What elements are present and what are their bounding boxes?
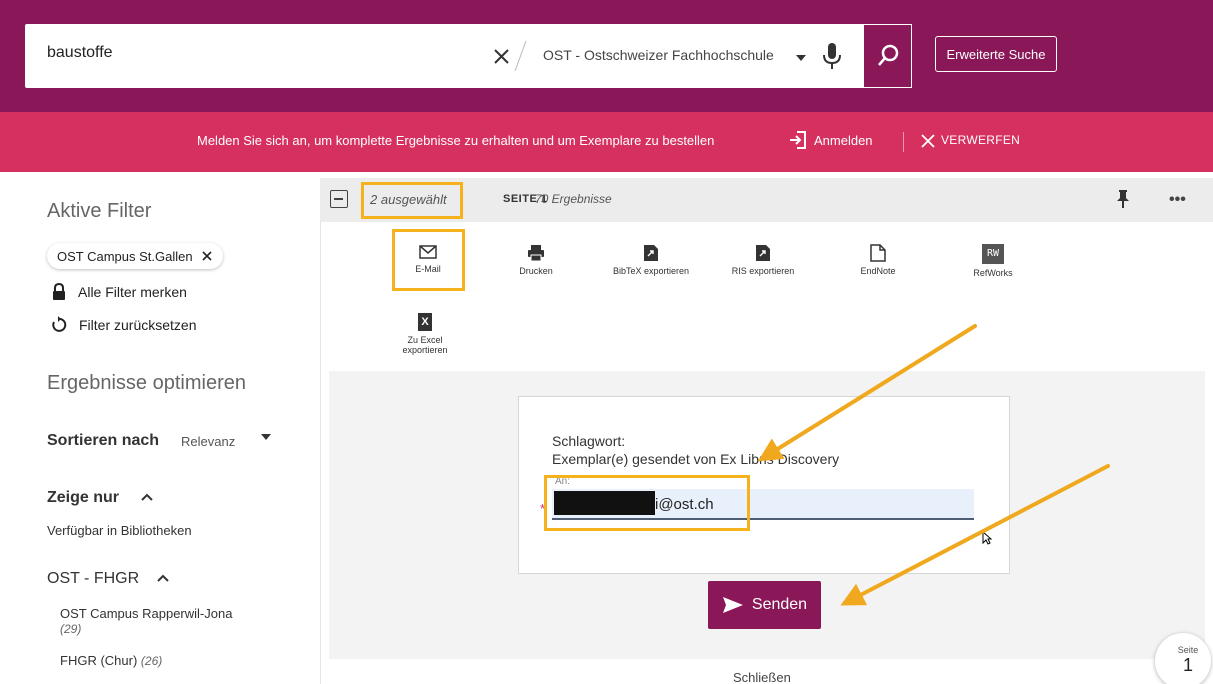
header: baustoffe OST - Ostschweizer Fachhochsch… bbox=[0, 0, 1213, 112]
microphone-icon[interactable] bbox=[821, 41, 843, 71]
search-box: baustoffe OST - Ostschweizer Fachhochsch… bbox=[25, 24, 912, 88]
action-excel[interactable]: X Zu Excel exportieren bbox=[385, 313, 465, 355]
facet-available-in-libraries[interactable]: Verfügbar in Bibliotheken bbox=[47, 523, 192, 538]
divider bbox=[514, 40, 527, 72]
close-icon[interactable] bbox=[201, 250, 213, 262]
facet-fhgr-chur[interactable]: FHGR (Chur) (26) bbox=[60, 653, 162, 668]
login-banner: Melden Sie sich an, um komplette Ergebni… bbox=[0, 112, 1213, 172]
chevron-up-icon[interactable] bbox=[156, 572, 170, 584]
action-print[interactable]: Drucken bbox=[496, 244, 576, 276]
chevron-down-icon[interactable] bbox=[795, 50, 807, 61]
close-icon bbox=[494, 49, 509, 64]
show-only-heading[interactable]: Zeige nur bbox=[47, 489, 119, 507]
results-count: 70 Ergebnisse bbox=[535, 192, 612, 206]
lock-icon bbox=[53, 283, 65, 300]
banner-message: Melden Sie sich an, um komplette Ergebni… bbox=[197, 133, 715, 148]
close-button[interactable]: Schließen bbox=[733, 670, 791, 684]
optimize-heading: Ergebnisse optimieren bbox=[47, 372, 246, 394]
page: baustoffe OST - Ostschweizer Fachhochsch… bbox=[0, 0, 1213, 684]
collapse-checkbox[interactable] bbox=[330, 190, 348, 208]
login-link[interactable]: Anmelden bbox=[814, 133, 873, 148]
more-options-icon[interactable]: ••• bbox=[1169, 191, 1186, 209]
close-icon[interactable] bbox=[921, 134, 935, 148]
chevron-down-icon[interactable] bbox=[260, 432, 272, 442]
search-icon bbox=[877, 44, 898, 66]
export-icon bbox=[644, 245, 658, 261]
divider bbox=[903, 132, 904, 152]
remember-filters-label: Alle Filter merken bbox=[78, 283, 187, 300]
action-ris[interactable]: RIS exportieren bbox=[723, 244, 803, 276]
active-filters-heading: Aktive Filter bbox=[47, 200, 152, 222]
document-icon bbox=[870, 244, 886, 262]
facet-count: (29) bbox=[60, 622, 82, 636]
export-icon bbox=[756, 245, 770, 261]
action-label: Drucken bbox=[519, 266, 553, 276]
scope-select[interactable]: OST - Ostschweizer Fachhochschule bbox=[543, 47, 774, 63]
search-input[interactable]: baustoffe bbox=[47, 44, 113, 62]
pin-icon[interactable] bbox=[1116, 190, 1130, 208]
chevron-up-icon[interactable] bbox=[140, 491, 154, 503]
chip-label: OST Campus St.Gallen bbox=[57, 248, 193, 264]
action-label: RefWorks bbox=[973, 268, 1013, 278]
sort-select[interactable]: Relevanz bbox=[181, 434, 235, 449]
action-label: BibTeX exportieren bbox=[612, 266, 690, 276]
selected-count: 2 ausgewählt bbox=[370, 192, 447, 207]
action-label: EndNote bbox=[860, 266, 896, 276]
active-filter-chip[interactable]: OST Campus St.Gallen bbox=[47, 243, 223, 269]
reset-icon bbox=[52, 316, 67, 332]
action-bibtex[interactable]: BibTeX exportieren bbox=[611, 244, 691, 276]
login-icon[interactable] bbox=[789, 130, 807, 150]
send-label: Senden bbox=[751, 596, 808, 613]
facet-count: (26) bbox=[140, 654, 163, 668]
facet-campus-rapperswil[interactable]: OST Campus Rapperwil-Jona (29) bbox=[60, 606, 232, 636]
facet-group-heading[interactable]: OST - FHGR bbox=[47, 570, 139, 588]
action-label: Zu Excel exportieren bbox=[402, 335, 448, 355]
clear-search-button[interactable] bbox=[489, 42, 515, 70]
page-indicator-number: 1 bbox=[1182, 655, 1193, 675]
dismiss-button[interactable]: VERWERFEN bbox=[941, 133, 1020, 147]
page-indicator-label: Seite bbox=[1177, 645, 1199, 655]
advanced-search-button[interactable]: Erweiterte Suche bbox=[935, 36, 1057, 72]
action-label: RIS exportieren bbox=[731, 266, 795, 276]
action-refworks[interactable]: RW RefWorks bbox=[953, 244, 1033, 278]
reset-filters-label: Filter zurücksetzen bbox=[79, 317, 197, 333]
subject-value: Exemplar(e) gesendet von Ex Libris Disco… bbox=[552, 451, 840, 467]
action-endnote[interactable]: EndNote bbox=[838, 244, 918, 276]
facet-label: OST Campus Rapperwil-Jona bbox=[60, 606, 233, 621]
refworks-icon: RW bbox=[982, 244, 1004, 264]
reset-filters-button[interactable]: Filter zurücksetzen bbox=[49, 316, 196, 334]
highlight-box bbox=[544, 475, 750, 531]
subject-label: Schlagwort: bbox=[552, 433, 626, 449]
send-icon bbox=[722, 597, 743, 613]
mouse-cursor-icon bbox=[982, 531, 992, 545]
results-toolbar: 2 ausgewählt SEITE 1 70 Ergebnisse ••• bbox=[320, 178, 1213, 222]
sort-label: Sortieren nach bbox=[47, 432, 160, 449]
search-button[interactable] bbox=[863, 24, 912, 88]
facet-label: FHGR (Chur) bbox=[60, 653, 138, 668]
printer-icon bbox=[528, 245, 544, 262]
excel-icon: X bbox=[418, 313, 432, 331]
highlight-box bbox=[392, 229, 465, 291]
remember-filters-button[interactable]: Alle Filter merken bbox=[52, 283, 187, 300]
page-indicator: Seite 1 bbox=[1155, 633, 1211, 684]
send-button[interactable]: Senden bbox=[708, 581, 821, 629]
